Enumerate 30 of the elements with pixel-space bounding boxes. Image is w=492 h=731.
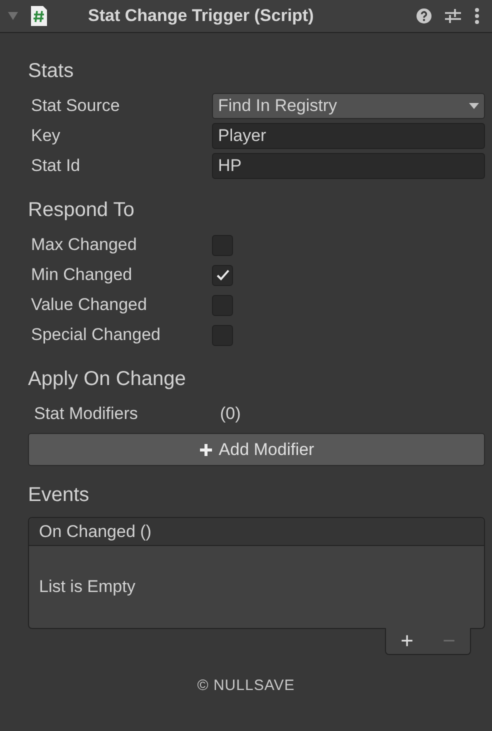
section-heading: Respond To bbox=[28, 198, 136, 223]
input-field[interactable]: HP bbox=[212, 153, 485, 179]
copyright-text: © NULLSAVE bbox=[197, 676, 295, 696]
help-icon[interactable] bbox=[416, 8, 432, 24]
dropdown[interactable]: Find In Registry bbox=[212, 93, 485, 119]
section-heading: Stats bbox=[28, 59, 75, 84]
checkbox[interactable] bbox=[212, 264, 233, 286]
add-button[interactable]: + bbox=[400, 630, 414, 652]
script-file-icon bbox=[30, 6, 48, 26]
field-label: Value Changed bbox=[31, 294, 148, 316]
field-label: Special Changed bbox=[31, 324, 162, 346]
caret-icon bbox=[469, 103, 479, 109]
more-menu-icon[interactable] bbox=[474, 7, 480, 25]
add-modifier-button[interactable]: Add Modifier bbox=[28, 433, 485, 466]
empty-list-text: List is Empty bbox=[39, 576, 136, 598]
field-label: Max Changed bbox=[31, 234, 138, 256]
input-field[interactable]: Player bbox=[212, 123, 485, 149]
section-heading: Events bbox=[28, 483, 90, 508]
count-label: (0) bbox=[220, 403, 241, 426]
field-label: Min Changed bbox=[31, 264, 134, 286]
checkmark-icon bbox=[216, 269, 230, 281]
field-label: Stat Modifiers bbox=[34, 403, 139, 426]
presets-icon[interactable] bbox=[444, 8, 462, 24]
field-label: Key bbox=[31, 125, 62, 148]
plus-icon bbox=[198, 442, 213, 456]
event-header: On Changed () bbox=[29, 518, 484, 546]
field-label: Stat Source bbox=[31, 95, 121, 118]
section-heading: Apply On Change bbox=[28, 367, 187, 392]
component-title: Stat Change Trigger (Script) bbox=[88, 5, 314, 28]
field-label: Stat Id bbox=[31, 155, 82, 178]
